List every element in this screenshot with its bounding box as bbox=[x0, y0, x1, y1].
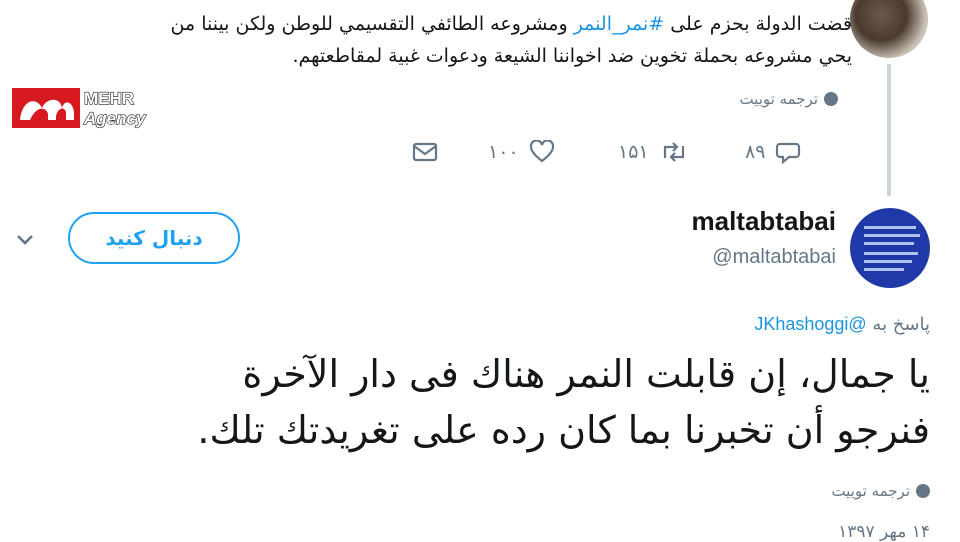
mehr-logo-mark: MEHR Agency bbox=[12, 88, 148, 129]
globe-icon bbox=[824, 92, 838, 106]
author-handle[interactable]: @maltabtabai bbox=[712, 246, 836, 269]
message-icon bbox=[412, 142, 438, 162]
tweet-actions: ۸۹ ۱۵۱ ۱۰۰ bbox=[400, 134, 840, 170]
chevron-down-icon bbox=[17, 235, 33, 245]
top-tweet-text: قضت الدولة بحزم على #نمر_النمر ومشروعه ا… bbox=[52, 0, 852, 72]
tweet-body-line-1: يا جمال، إن قابلت النمر هناك فى دار الآخ… bbox=[242, 352, 930, 396]
top-tweet-line-1: قضت الدولة بحزم على #نمر_النمر ومشروعه ا… bbox=[52, 8, 852, 40]
translate-label: ترجمه توییت bbox=[831, 482, 910, 500]
translate-label-top: ترجمه توییت bbox=[739, 90, 818, 108]
avatar-top-tweet[interactable] bbox=[850, 0, 928, 58]
direct-message-button[interactable] bbox=[412, 134, 438, 170]
retweet-count: ۱۵۱ bbox=[618, 141, 649, 163]
like-count: ۱۰۰ bbox=[488, 141, 519, 163]
tweet-body: يا جمال، إن قابلت النمر هناك فى دار الآخ… bbox=[30, 346, 930, 458]
top-tweet-line-1-suffix: ومشروعه الطائفي التقسيمي للوطن ولكن بينن… bbox=[170, 13, 574, 35]
translate-tweet-link-top[interactable]: ترجمه توییت bbox=[739, 90, 838, 108]
reply-mention-link[interactable]: @JKhashoggi bbox=[754, 314, 866, 334]
thread-connector-line bbox=[887, 64, 891, 196]
like-icon bbox=[529, 140, 554, 163]
retweet-button[interactable]: ۱۵۱ bbox=[618, 134, 689, 170]
reply-icon bbox=[776, 142, 801, 164]
tweet-timestamp[interactable]: ۱۴ مهر ۱۳۹۷ bbox=[838, 522, 930, 542]
author-display-name[interactable]: maltabtabai bbox=[692, 206, 837, 237]
mehr-agency-logo: MEHR Agency bbox=[12, 86, 162, 130]
reply-button[interactable]: ۸۹ bbox=[745, 134, 801, 170]
top-tweet-line-1-prefix: قضت الدولة بحزم على bbox=[664, 13, 852, 35]
more-options-button[interactable] bbox=[14, 228, 36, 250]
reply-prefix: پاسخ به bbox=[872, 314, 930, 335]
translate-tweet-link[interactable]: ترجمه توییت bbox=[831, 482, 930, 500]
follow-button[interactable]: دنبال کنید bbox=[68, 212, 240, 264]
tweet-body-line-2: فنرجو أن تخبرنا بما كان رده على تغريدتك … bbox=[197, 408, 930, 452]
avatar-maltabtabai[interactable] bbox=[850, 208, 930, 288]
reply-context: پاسخ به @JKhashoggi bbox=[754, 314, 930, 335]
top-tweet-line-2: يحي مشروعه بحملة تخوين ضد اخواننا الشيعة… bbox=[292, 45, 852, 67]
mehr-logo-text-2: Agency bbox=[83, 109, 147, 128]
hashtag-link[interactable]: #نمر_النمر bbox=[574, 13, 664, 35]
globe-icon bbox=[916, 484, 930, 498]
like-button[interactable]: ۱۰۰ bbox=[488, 134, 555, 170]
retweet-icon bbox=[663, 142, 684, 162]
mehr-logo-text-1: MEHR bbox=[84, 89, 134, 108]
reply-count: ۸۹ bbox=[745, 141, 766, 163]
